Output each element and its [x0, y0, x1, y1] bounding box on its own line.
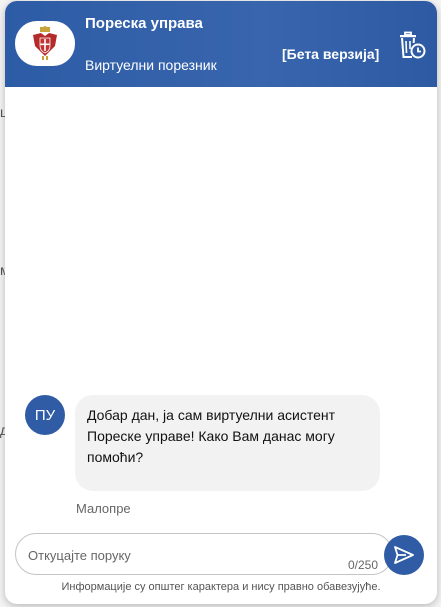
header-subtitle: Виртуелни порезник — [85, 57, 217, 73]
character-counter: 0/250 — [347, 558, 378, 572]
header-title: Пореска управа — [85, 15, 203, 32]
chat-widget: Пореска управа Виртуелни порезник [Бета … — [5, 1, 437, 604]
footer-disclaimer: Информације су општег карактера и нису п… — [61, 581, 381, 593]
trash-clock-icon — [400, 31, 426, 59]
beta-label: [Бета верзија] — [282, 46, 380, 62]
message-input[interactable] — [28, 544, 328, 566]
message-composer: 0/250 — [15, 533, 393, 575]
assistant-message-bubble: Добар дан, ја сам виртуелни асистент Пор… — [75, 395, 380, 491]
assistant-avatar: ПУ — [25, 395, 65, 435]
serbia-coat-of-arms-icon — [33, 25, 57, 60]
chat-header: Пореска управа Виртуелни порезник [Бета … — [5, 1, 437, 87]
send-button[interactable] — [384, 535, 424, 575]
clear-chat-button[interactable] — [398, 31, 426, 61]
send-icon — [394, 546, 414, 564]
logo-badge — [15, 21, 75, 66]
message-timestamp: Малопре — [76, 501, 131, 516]
message-list: ПУ Добар дан, ја сам виртуелни асистент … — [5, 87, 437, 527]
